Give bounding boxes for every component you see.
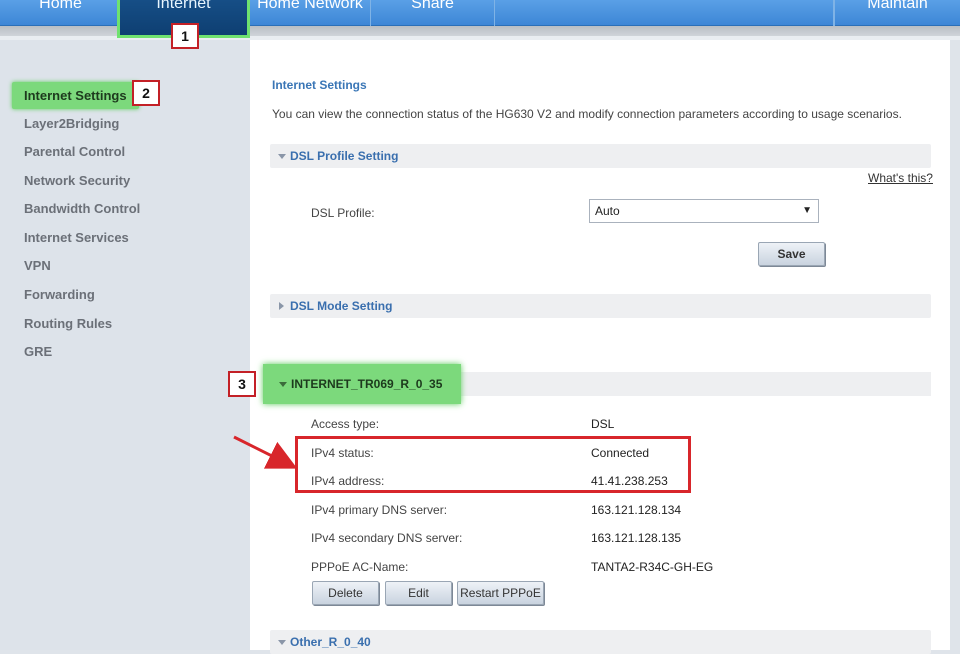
annotation-arrow [233,435,298,469]
arrow-line [233,435,298,469]
